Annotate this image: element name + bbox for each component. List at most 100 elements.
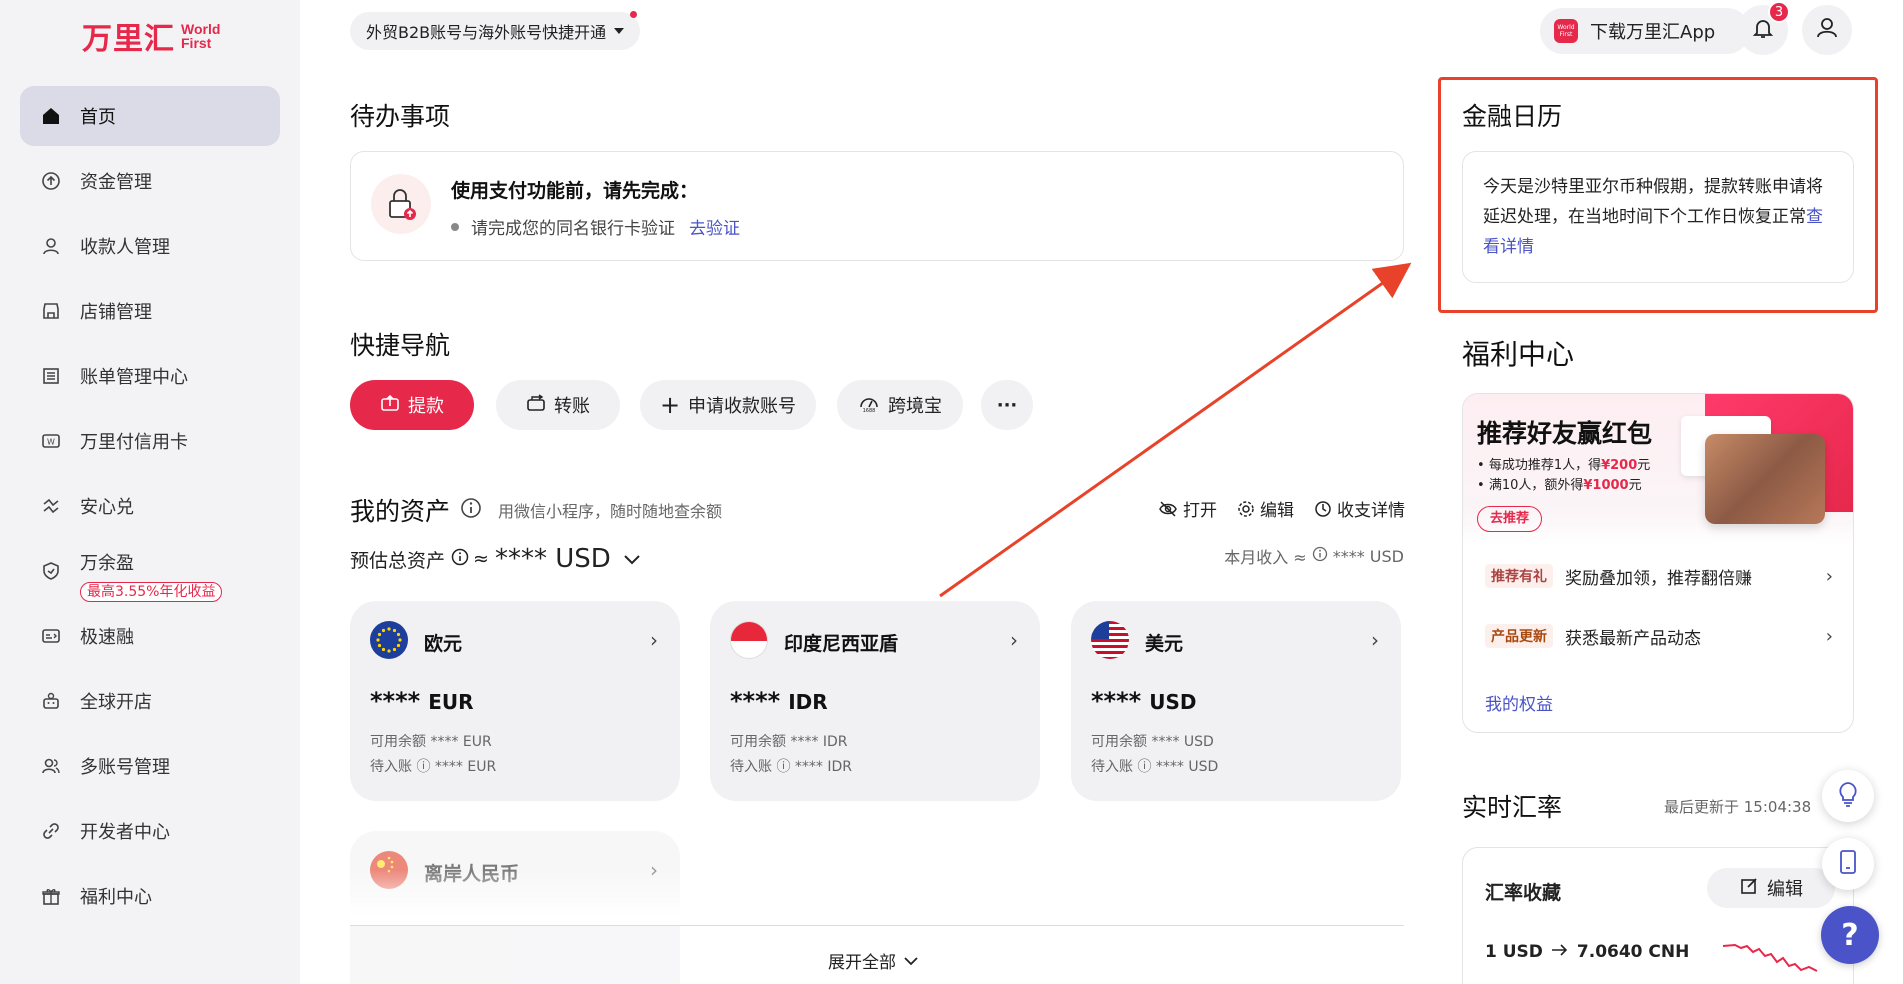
exchange-icon — [40, 495, 62, 517]
edit-rates-button[interactable]: 编辑 — [1707, 868, 1835, 908]
todo-card-title: 使用支付功能前，请先完成： — [451, 180, 699, 202]
clock-icon — [1314, 500, 1332, 518]
more-button[interactable]: ··· — [981, 380, 1033, 430]
income-value: **** USD — [1332, 546, 1404, 566]
estimated-total: 预估总资产 ≈ **** USD — [350, 544, 641, 574]
sidebar-item-developer[interactable]: 开发者中心 — [20, 801, 280, 861]
todo-item-text: 请完成您的同名银行卡验证 — [471, 219, 675, 239]
more-icon: ··· — [996, 394, 1018, 416]
assets-subtitle: 用微信小程序，随时随地查余额 — [498, 502, 723, 521]
notification-button[interactable]: 3 — [1738, 1, 1790, 55]
bullet — [451, 222, 459, 231]
sidebar-item-payees[interactable]: 收款人管理 — [20, 216, 280, 276]
currency-balance: **** USD — [1091, 687, 1197, 715]
worldfirst-logo[interactable]: 万里汇 World First — [82, 14, 220, 58]
sidebar-item-bills[interactable]: 账单管理中心 — [20, 346, 280, 406]
transactions-button[interactable]: 收支详情 — [1314, 496, 1405, 521]
sidebar-item-label: 店铺管理 — [80, 302, 152, 323]
home-icon — [40, 105, 62, 127]
rates-updated-time: 最后更新于 15:04:38 — [1664, 798, 1812, 816]
apply-account-label: 申请收款账号 — [688, 396, 797, 417]
sidebar-item-funds[interactable]: 资金管理 — [20, 151, 280, 211]
sidebar-item-wanyuying[interactable]: 万余盈 最高3.55%年化收益 — [20, 541, 280, 602]
refer-button[interactable]: 去推荐 — [1477, 506, 1543, 532]
rate-sparkline — [1722, 943, 1818, 972]
row-tag: 推荐有礼 — [1485, 564, 1553, 588]
chevron-right-icon: › — [1371, 628, 1379, 652]
eye-off-icon — [1158, 500, 1178, 518]
welfare-card: 推荐好友赢红包 • 每成功推荐1人，得¥200元 • 满10人，额外得¥1000… — [1462, 393, 1854, 733]
profile-button[interactable] — [1802, 5, 1852, 55]
currency-dropdown-icon[interactable] — [623, 548, 641, 570]
rate-favorites-card: 汇率收藏 编辑 1 USD 7.0640 CNH — [1462, 847, 1854, 984]
tips-button[interactable] — [1822, 770, 1874, 822]
sidebar-nav: 首页 资金管理 收款人管理 店铺管理 账单管理中心 W 万里付信用卡 安心兑 万 — [20, 86, 280, 931]
sidebar-item-multi-account[interactable]: 多账号管理 — [20, 736, 280, 796]
rate-to: 7.0640 CNH — [1576, 942, 1690, 962]
download-app-label: 下载万里汇App — [1590, 22, 1716, 43]
info-icon[interactable] — [451, 548, 469, 571]
withdraw-button[interactable]: 提款 — [350, 380, 474, 430]
plus-icon: + — [659, 391, 681, 419]
info-icon[interactable] — [1312, 546, 1328, 566]
help-button[interactable]: ? — [1821, 906, 1879, 964]
expand-all-label: 展开全部 — [828, 953, 896, 973]
link-icon — [40, 820, 62, 842]
speedometer-icon: 1688 — [858, 393, 880, 418]
todo-card: 使用支付功能前，请先完成： 请完成您的同名银行卡验证 去验证 — [350, 151, 1404, 261]
store-icon — [40, 300, 62, 322]
sidebar-item-fx-safe[interactable]: 安心兑 — [20, 476, 280, 536]
available-balance: 可用余额 **** EUR — [370, 734, 492, 750]
funds-icon — [40, 170, 62, 192]
expand-all-button[interactable]: 展开全部 — [828, 948, 918, 973]
card-icon: W — [40, 430, 62, 452]
us-flag-icon — [1091, 621, 1129, 659]
currency-card-eur[interactable]: 欧元 › **** EUR 可用余额 **** EUR 待入账 ⓘ **** EU… — [350, 601, 680, 801]
welfare-row-referral[interactable]: 推荐有礼 奖励叠加领，推荐翻倍赚 › — [1463, 554, 1853, 598]
user-icon — [40, 235, 62, 257]
user-icon — [1815, 16, 1839, 44]
edit-icon — [1739, 876, 1759, 901]
my-rights-link[interactable]: 我的权益 — [1485, 690, 1553, 715]
sidebar-item-label: 万里付信用卡 — [80, 432, 188, 453]
sidebar-item-home[interactable]: 首页 — [20, 86, 280, 146]
verify-link[interactable]: 去验证 — [689, 214, 740, 239]
mobile-button[interactable] — [1822, 838, 1874, 890]
sidebar-item-stores[interactable]: 店铺管理 — [20, 281, 280, 341]
download-app-button[interactable]: World First 下载万里汇App — [1540, 8, 1750, 54]
welfare-row-updates[interactable]: 产品更新 获悉最新产品动态 › — [1463, 614, 1853, 658]
edit-assets-button[interactable]: 编辑 — [1237, 496, 1294, 521]
monthly-income: 本月收入 ≈ **** USD — [1224, 544, 1404, 568]
welfare-title: 福利中心 — [1462, 338, 1575, 371]
notification-count-badge: 3 — [1768, 1, 1790, 23]
kuajingbao-button[interactable]: 1688 跨境宝 — [837, 380, 963, 430]
show-balance-button[interactable]: 打开 — [1158, 496, 1217, 521]
rate-pair[interactable]: 1 USD 7.0640 CNH — [1485, 942, 1689, 962]
transfer-button[interactable]: 转账 — [496, 380, 620, 430]
banner-title: 推荐好友赢红包 — [1477, 419, 1653, 448]
banner-line-1: • 每成功推荐1人，得¥200元 — [1477, 458, 1651, 473]
chevron-right-icon: › — [650, 628, 658, 652]
eu-flag-icon — [370, 621, 408, 659]
fade-overlay — [340, 870, 1410, 925]
finance-icon — [40, 625, 62, 647]
sidebar-item-label: 首页 — [80, 107, 116, 128]
assets-header: 我的资产 用微信小程序，随时随地查余额 — [350, 492, 722, 528]
account-switch-dropdown[interactable]: 外贸B2B账号与海外账号快捷开通 — [350, 11, 641, 50]
currency-balance: **** EUR — [370, 687, 474, 715]
sidebar-item-label: 开发者中心 — [80, 822, 170, 843]
row-text: 奖励叠加领，推荐翻倍赚 — [1565, 568, 1752, 589]
currency-balance: **** IDR — [730, 687, 828, 715]
sidebar-item-fast-finance[interactable]: 极速融 — [20, 606, 280, 666]
info-icon[interactable] — [460, 497, 482, 523]
arrow-right-icon — [1551, 942, 1569, 962]
sidebar-item-global-store[interactable]: 全球开店 — [20, 671, 280, 731]
currency-card-usd[interactable]: 美元 › **** USD 可用余额 **** USD 待入账 ⓘ **** US… — [1071, 601, 1401, 801]
sidebar-item-welfare[interactable]: 福利中心 — [20, 866, 280, 926]
referral-banner[interactable]: 推荐好友赢红包 • 每成功推荐1人，得¥200元 • 满10人，额外得¥1000… — [1463, 394, 1853, 544]
sidebar-item-credit-card[interactable]: W 万里付信用卡 — [20, 411, 280, 471]
currency-card-idr[interactable]: 印度尼西亚盾 › **** IDR 可用余额 **** IDR 待入账 ⓘ ***… — [710, 601, 1040, 801]
apply-account-button[interactable]: + 申请收款账号 — [640, 380, 816, 430]
sidebar-item-label: 全球开店 — [80, 692, 152, 713]
calendar-text: 今天是沙特里亚尔币种假期，提款转账申请将延迟处理，在当地时间下个工作日恢复正常 — [1483, 177, 1823, 227]
